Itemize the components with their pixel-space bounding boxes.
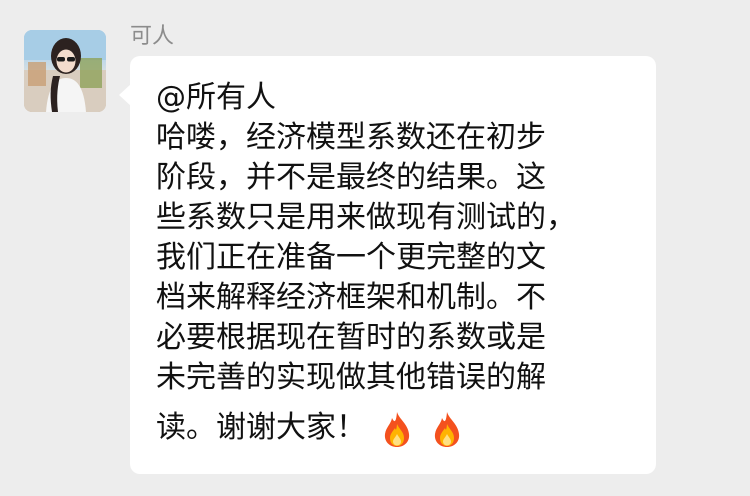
message-line: 些系数只是用来做现有测试的，: [156, 200, 576, 235]
message-line: 必要根据现在暂时的系数或是: [156, 320, 546, 355]
message-line: 档来解释经济框架和机制。不: [156, 280, 546, 315]
message-line: 哈喽，经济模型系数还在初步: [156, 120, 546, 155]
fire-emoji-icon: [434, 412, 459, 447]
emoji-group: [380, 409, 470, 449]
message-line: 读。谢谢大家！: [156, 410, 366, 445]
message-line: 我们正在准备一个更完整的文: [156, 240, 546, 275]
sender-name: 可人: [130, 24, 175, 49]
message-line: 未完善的实现做其他错误的解: [156, 360, 546, 395]
mention-all[interactable]: @所有人: [156, 78, 276, 118]
avatar[interactable]: [24, 30, 106, 112]
message-last-line: 读。谢谢大家！: [156, 408, 470, 449]
fire-emoji-icon: [384, 412, 410, 447]
message-line: 阶段，并不是最终的结果。这: [156, 160, 546, 195]
